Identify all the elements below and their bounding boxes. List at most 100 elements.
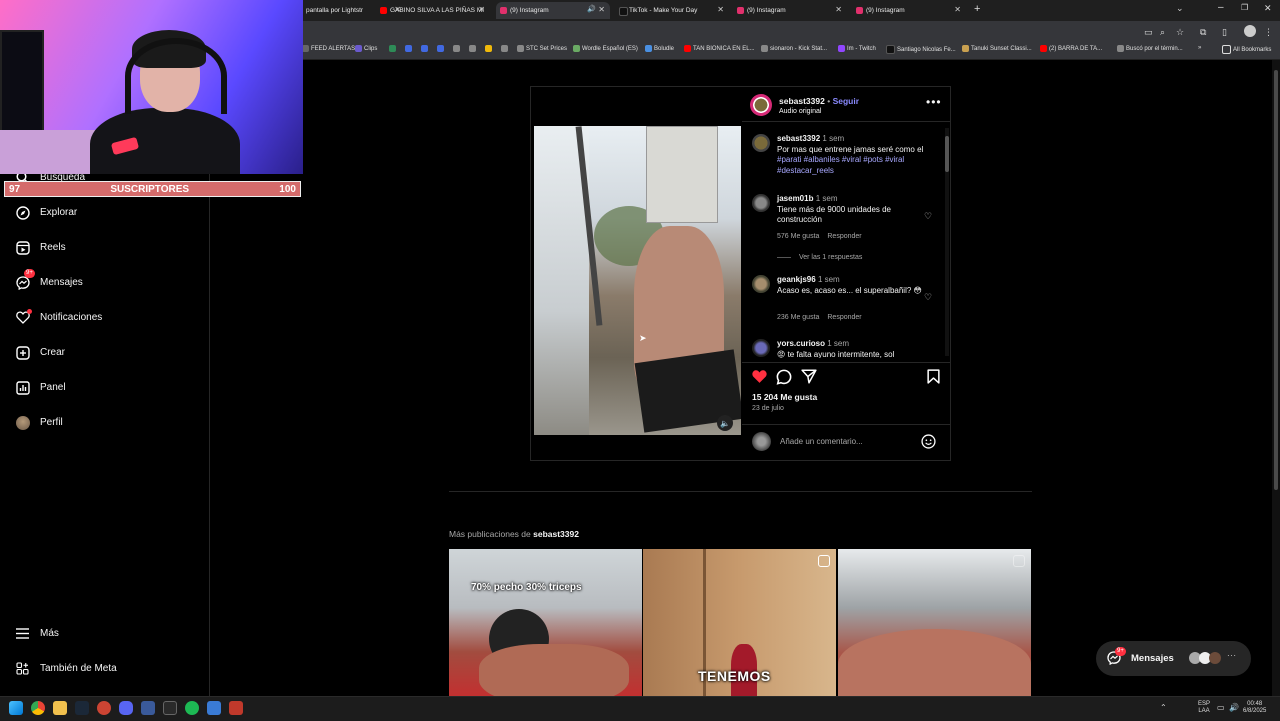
zoom-icon[interactable]: ⌕ — [1160, 27, 1165, 38]
browser-tab[interactable]: (9) Instagram ✕ — [852, 2, 966, 19]
bookmark-item[interactable]: Im - Twitch — [838, 45, 876, 52]
extensions-icon[interactable]: ⧉ — [1200, 27, 1206, 38]
cast-icon[interactable]: ▭ — [1144, 27, 1153, 38]
avatar[interactable] — [752, 194, 770, 212]
comments-scrollbar[interactable] — [945, 128, 949, 356]
avatar[interactable] — [752, 134, 770, 152]
browser-tab-active[interactable]: (9) Instagram 🔊 ✕ — [496, 2, 610, 19]
sidebar-item-notifications[interactable]: Notificaciones — [15, 309, 102, 325]
star-icon[interactable]: ☆ — [1176, 27, 1184, 38]
avatar[interactable] — [752, 339, 770, 357]
profile-avatar[interactable] — [1244, 25, 1256, 37]
bookmark-item[interactable] — [485, 45, 492, 52]
bookmark-item[interactable] — [453, 45, 460, 52]
follow-button[interactable]: Seguir — [833, 96, 859, 106]
bookmark-item[interactable]: (2) BARRA DE TA... — [1040, 45, 1102, 52]
reply-button[interactable]: Responder — [827, 314, 861, 321]
sidebar-item-more[interactable]: Más — [15, 626, 59, 641]
browser-tab[interactable]: TikTok - Make Your Day ✕ — [615, 2, 729, 19]
kebab-menu-icon[interactable]: ⋮ — [1264, 27, 1273, 38]
like-button[interactable] — [751, 369, 768, 388]
caption-hashtags[interactable]: #parati #albaniles #viral #pots #viral #… — [777, 155, 904, 175]
emoji-icon[interactable] — [921, 434, 936, 454]
all-bookmarks[interactable]: All Bookmarks — [1222, 45, 1271, 54]
tray-overflow-icon[interactable]: ⌃ — [1160, 704, 1167, 712]
comment-username[interactable]: geankjs96 — [777, 275, 816, 284]
app-icon[interactable] — [141, 701, 155, 715]
app-icon[interactable] — [163, 701, 177, 715]
share-icon[interactable] — [801, 369, 817, 388]
app-icon[interactable] — [207, 701, 221, 715]
bookmark-item[interactable]: Wordle Español (ES) — [573, 45, 638, 52]
discord-icon[interactable] — [119, 701, 133, 715]
tab-search-icon[interactable]: ⌄ — [1176, 3, 1184, 14]
comment-username[interactable]: sebast3392 — [777, 134, 820, 143]
save-icon[interactable] — [927, 369, 940, 388]
new-tab-button[interactable]: + — [974, 3, 980, 15]
close-icon[interactable]: ✕ — [598, 5, 605, 14]
bookmark-item[interactable]: TAN BIONICA EN EL... — [684, 45, 755, 52]
app-icon[interactable] — [97, 701, 111, 715]
clock[interactable]: 00:48 6/8/2025 — [1243, 701, 1266, 715]
minimize-icon[interactable]: – — [1218, 2, 1224, 13]
bookmark-item[interactable] — [421, 45, 428, 52]
browser-tab[interactable]: GABINO SILVA A LAS PIÑAS MI ✕ — [376, 2, 490, 19]
comment-likes[interactable]: 576 Me gusta — [777, 233, 819, 240]
close-icon[interactable]: ✕ — [954, 5, 961, 14]
post-thumbnail[interactable] — [838, 549, 1031, 696]
sidebar-item-panel[interactable]: Panel — [15, 380, 66, 395]
speaker-icon[interactable]: 🔊 — [587, 5, 596, 13]
network-icon[interactable]: ▭ — [1217, 704, 1225, 712]
bookmark-item[interactable] — [389, 45, 396, 52]
comment-icon[interactable] — [776, 369, 792, 389]
mute-icon[interactable]: 🔈 — [717, 415, 733, 431]
view-replies-button[interactable]: Ver las 1 respuestas — [777, 254, 862, 261]
add-comment-input[interactable]: Añade un comentario... — [780, 437, 863, 446]
like-comment-icon[interactable]: ♡ — [924, 211, 932, 222]
post-author-avatar[interactable] — [750, 94, 772, 116]
sidebar-panel-icon[interactable]: ▯ — [1222, 27, 1227, 38]
scrollbar-thumb[interactable] — [1274, 70, 1278, 490]
post-thumbnail[interactable]: TENEMOS — [643, 549, 836, 696]
bookmark-item[interactable]: Tanuki Sunset Classi... — [962, 45, 1032, 52]
bookmark-item[interactable]: Boludle — [645, 45, 674, 52]
close-icon[interactable]: ✕ — [478, 5, 485, 14]
browser-tab[interactable]: (9) Instagram ✕ — [733, 2, 847, 19]
language-indicator[interactable]: ESP LAA — [1198, 701, 1210, 715]
maximize-icon[interactable]: ❐ — [1241, 3, 1248, 12]
reply-button[interactable]: Responder — [827, 233, 861, 240]
bookmark-item[interactable] — [437, 45, 444, 52]
page-scrollbar[interactable] — [1272, 60, 1280, 696]
start-icon[interactable] — [9, 701, 23, 715]
reel-video[interactable]: 🔈 — [534, 126, 741, 435]
bookmark-item[interactable] — [501, 45, 508, 52]
comment-likes[interactable]: 236 Me gusta — [777, 314, 819, 321]
bookmark-item[interactable]: sionaron - Kick Stat... — [761, 45, 827, 52]
window-close-icon[interactable]: ✕ — [1264, 3, 1272, 14]
spotify-icon[interactable] — [185, 701, 199, 715]
sidebar-item-messages[interactable]: 9+ Mensajes — [15, 269, 83, 290]
bookmarks-overflow-icon[interactable]: » — [1198, 45, 1201, 51]
bookmark-item[interactable]: Buscó por el términ... — [1117, 45, 1183, 52]
more-options-icon[interactable]: ••• — [926, 96, 942, 108]
app-icon[interactable] — [229, 701, 243, 715]
bookmark-item[interactable] — [405, 45, 412, 52]
post-author-username[interactable]: sebast3392 — [779, 96, 825, 106]
post-thumbnail[interactable]: 70% pecho 30% triceps — [449, 549, 642, 696]
likes-count[interactable]: 15 204 Me gusta — [752, 392, 817, 402]
volume-icon[interactable]: 🔊 — [1229, 704, 1239, 712]
sidebar-item-meta[interactable]: También de Meta — [15, 661, 117, 676]
sidebar-item-profile[interactable]: Perfil — [15, 415, 63, 430]
chrome-icon[interactable] — [31, 701, 45, 715]
steam-icon[interactable] — [75, 701, 89, 715]
comment-username[interactable]: jasem01b — [777, 194, 813, 203]
more-posts-user[interactable]: sebast3392 — [533, 529, 579, 539]
sidebar-item-explore[interactable]: Explorar — [15, 205, 77, 220]
audio-label[interactable]: Audio original — [779, 108, 821, 115]
bookmark-item[interactable] — [469, 45, 476, 52]
close-icon[interactable]: ✕ — [717, 5, 724, 14]
bookmark-item[interactable]: Clips — [355, 45, 377, 52]
bookmark-item[interactable]: STC Set Prices — [517, 45, 567, 52]
bookmark-item[interactable]: Santiago Nicolas Fe... — [886, 45, 956, 54]
avatar[interactable] — [752, 275, 770, 293]
